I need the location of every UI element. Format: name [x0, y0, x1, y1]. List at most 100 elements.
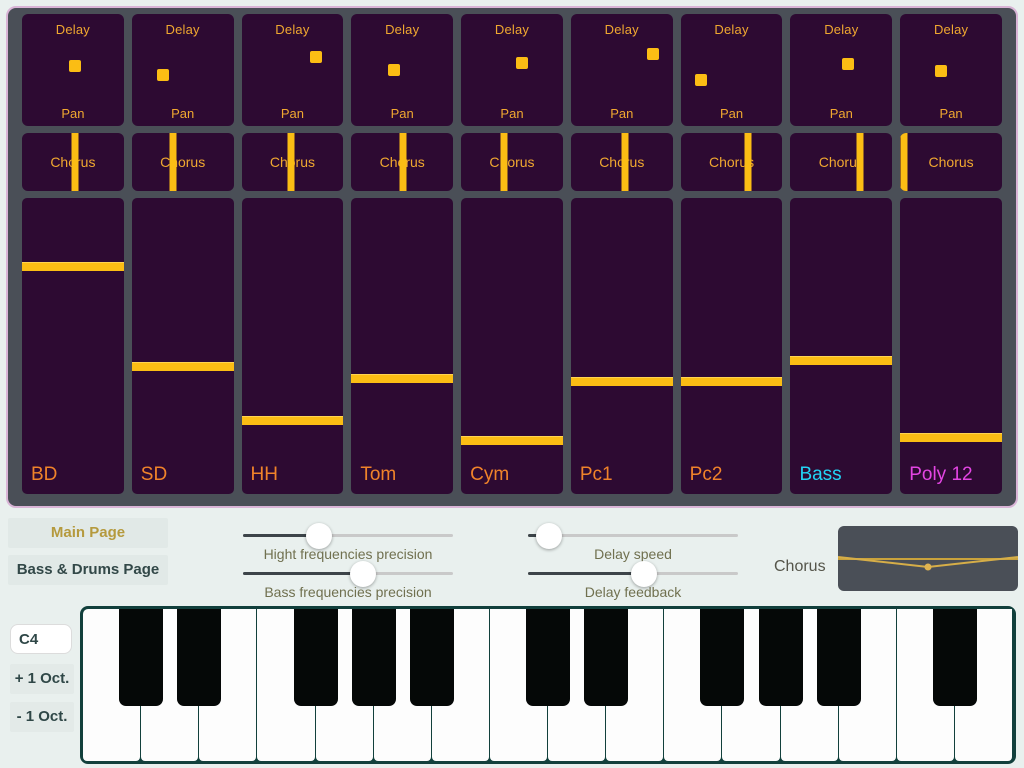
- slider-label: Hight frequencies precision: [263, 546, 433, 562]
- pan-label: Pan: [719, 106, 744, 121]
- delay-label: Delay: [714, 22, 749, 37]
- delay-pan-module[interactable]: Delay Pan: [680, 14, 783, 126]
- pan-handle[interactable]: [309, 51, 322, 64]
- fader-handle[interactable]: [22, 261, 124, 271]
- pan-handle[interactable]: [647, 47, 660, 60]
- mixer-channel-strip: Delay Pan Chorus Tom: [351, 8, 454, 506]
- delay-pan-module[interactable]: Delay Pan: [241, 14, 344, 126]
- chorus-module[interactable]: Chorus: [461, 133, 563, 191]
- chorus-module[interactable]: Chorus: [900, 133, 1002, 191]
- mixer-channel-strip: Delay Pan Chorus Poly 12: [900, 8, 1002, 506]
- delay-pan-module[interactable]: Delay Pan: [131, 14, 234, 126]
- chorus-module[interactable]: Chorus: [241, 133, 344, 191]
- slider-fill: [243, 572, 363, 575]
- octave-down-button[interactable]: - 1 Oct.: [10, 702, 74, 732]
- piano-black-key[interactable]: [932, 609, 977, 706]
- volume-fader[interactable]: Pc1: [570, 198, 673, 494]
- chorus-slider-handle[interactable]: [621, 133, 629, 191]
- chorus-label: Chorus: [708, 154, 755, 170]
- piano-black-key[interactable]: [293, 609, 338, 706]
- piano-black-key[interactable]: [409, 609, 454, 706]
- pan-handle[interactable]: [516, 56, 529, 69]
- chorus-module[interactable]: Chorus: [131, 133, 234, 191]
- volume-fader[interactable]: Pc2: [680, 198, 783, 494]
- pan-label: Pan: [280, 106, 304, 121]
- track-label: Pc2: [689, 464, 723, 485]
- piano-black-key[interactable]: [584, 609, 629, 706]
- chorus-label: Chorus: [928, 154, 974, 170]
- fader-handle[interactable]: [351, 374, 454, 384]
- mixer-panel: Delay Pan Chorus BD Delay Pan Chorus SD Delay Pan…: [6, 6, 1018, 508]
- delay-label: Delay: [604, 22, 639, 37]
- control-panel: Main Page Bass & Drums Page Hight freque…: [0, 512, 1024, 602]
- fader-handle[interactable]: [570, 377, 673, 387]
- delay-pan-module[interactable]: Delay Pan: [900, 14, 1002, 126]
- volume-fader[interactable]: Poly 12: [900, 198, 1002, 494]
- fader-handle[interactable]: [241, 415, 344, 425]
- pan-handle[interactable]: [388, 64, 401, 77]
- chorus-module[interactable]: Chorus: [790, 133, 893, 191]
- fader-handle[interactable]: [790, 356, 893, 366]
- mixer-channel-strip: Delay Pan Chorus Pc1: [570, 8, 673, 506]
- fader-handle[interactable]: [680, 377, 783, 387]
- slider-label: Bass frequencies precision: [264, 584, 432, 600]
- chorus-slider-handle[interactable]: [287, 133, 295, 191]
- octave-up-button[interactable]: + 1 Oct.: [10, 664, 74, 694]
- slider-fill: [528, 572, 644, 575]
- piano-black-key[interactable]: [526, 609, 570, 706]
- fader-handle[interactable]: [900, 433, 1002, 443]
- piano-black-key[interactable]: [351, 609, 396, 706]
- piano-keyboard[interactable]: [80, 606, 1016, 764]
- chorus-slider-handle[interactable]: [744, 133, 752, 191]
- delay-pan-module[interactable]: Delay Pan: [22, 14, 124, 126]
- chorus-slider-handle[interactable]: [900, 133, 908, 191]
- volume-fader[interactable]: SD: [131, 198, 234, 494]
- pan-label: Pan: [939, 106, 963, 121]
- chorus-module[interactable]: Chorus: [351, 133, 454, 191]
- volume-fader[interactable]: Tom: [351, 198, 454, 494]
- pan-handle[interactable]: [934, 65, 947, 78]
- pan-handle[interactable]: [695, 73, 707, 86]
- delay-pan-module[interactable]: Delay Pan: [570, 14, 673, 126]
- piano-black-key[interactable]: [816, 609, 861, 706]
- delay-label: Delay: [824, 22, 859, 37]
- delay-pan-module[interactable]: Delay Pan: [790, 14, 893, 126]
- chorus-module[interactable]: Chorus: [22, 133, 124, 191]
- chorus-slider-handle[interactable]: [71, 133, 79, 191]
- note-display[interactable]: C4: [10, 624, 72, 654]
- chorus-slider-handle[interactable]: [500, 133, 508, 191]
- track-label: Pc1: [579, 464, 613, 485]
- pan-handle[interactable]: [157, 68, 170, 81]
- chorus-slider-handle[interactable]: [856, 133, 864, 191]
- pan-handle[interactable]: [842, 58, 855, 71]
- delay-label: Delay: [385, 22, 420, 37]
- volume-fader[interactable]: HH: [241, 198, 344, 494]
- pan-handle[interactable]: [68, 60, 81, 73]
- chorus-module[interactable]: Chorus: [570, 133, 673, 191]
- piano-black-key[interactable]: [119, 609, 164, 706]
- page-button-bass-drums-page[interactable]: Bass & Drums Page: [8, 555, 168, 585]
- chorus-slider-handle[interactable]: [169, 133, 177, 191]
- volume-fader[interactable]: Cym: [461, 198, 563, 494]
- chorus-waveform-icon: [838, 556, 1018, 571]
- mixer-channel-strip: Delay Pan Chorus BD: [22, 8, 124, 506]
- piano-black-key[interactable]: [758, 609, 803, 706]
- volume-fader[interactable]: BD: [22, 198, 124, 494]
- delay-pan-module[interactable]: Delay Pan: [351, 14, 454, 126]
- track-label: Tom: [360, 464, 397, 485]
- pan-label: Pan: [610, 106, 634, 121]
- delay-pan-module[interactable]: Delay Pan: [461, 14, 563, 126]
- pan-label: Pan: [171, 106, 195, 121]
- chorus-module[interactable]: Chorus: [680, 133, 783, 191]
- track-label: Bass: [799, 464, 842, 485]
- volume-fader[interactable]: Bass: [790, 198, 893, 494]
- chorus-slider-handle[interactable]: [399, 133, 407, 191]
- fader-handle[interactable]: [131, 362, 234, 372]
- chorus-visualizer[interactable]: [838, 526, 1018, 591]
- mixer-channel-strip: Delay Pan Chorus Pc2: [680, 8, 783, 506]
- piano-black-key[interactable]: [700, 609, 745, 706]
- track-label: SD: [140, 464, 168, 485]
- page-button-main-page[interactable]: Main Page: [8, 518, 168, 548]
- piano-black-key[interactable]: [177, 609, 222, 706]
- fader-handle[interactable]: [461, 436, 563, 446]
